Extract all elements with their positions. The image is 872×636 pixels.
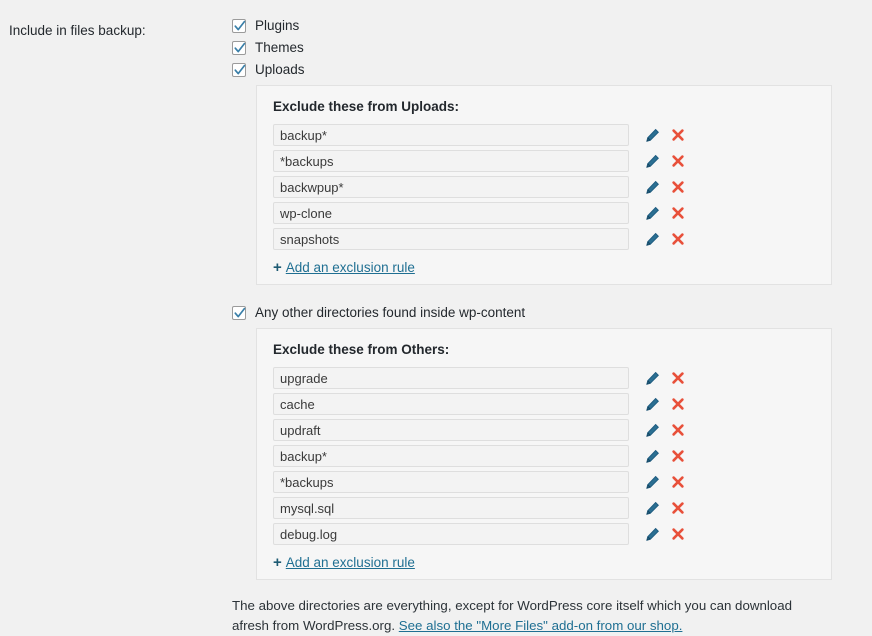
- x-icon[interactable]: [670, 500, 686, 516]
- exclusion-rule-input[interactable]: [273, 367, 629, 389]
- pencil-icon[interactable]: [644, 179, 660, 195]
- field-label: Include in files backup:: [9, 23, 146, 38]
- checkbox-row-uploads[interactable]: Uploads: [232, 60, 864, 79]
- exclusion-rule-input[interactable]: [273, 176, 629, 198]
- table-row: [257, 365, 831, 391]
- exclusion-rule-input[interactable]: [273, 202, 629, 224]
- x-icon[interactable]: [670, 526, 686, 542]
- x-icon[interactable]: [670, 370, 686, 386]
- pencil-icon[interactable]: [644, 422, 660, 438]
- exclusion-rule-input[interactable]: [273, 150, 629, 172]
- checkbox-label-themes: Themes: [255, 39, 304, 55]
- x-icon[interactable]: [670, 422, 686, 438]
- pencil-icon[interactable]: [644, 526, 660, 542]
- pencil-icon[interactable]: [644, 396, 660, 412]
- checkbox-label-plugins: Plugins: [255, 17, 300, 33]
- table-row: [257, 200, 831, 226]
- pencil-icon[interactable]: [644, 231, 660, 247]
- uploads-exclusions-panel: Exclude these from Uploads: + Add an exc…: [256, 85, 832, 285]
- uploads-rules-list: [257, 122, 831, 252]
- exclusion-rule-input[interactable]: [273, 471, 629, 493]
- checkbox-any-other-directories[interactable]: [232, 305, 246, 320]
- pencil-icon[interactable]: [644, 448, 660, 464]
- x-icon[interactable]: [670, 474, 686, 490]
- exclusion-rule-input[interactable]: [273, 419, 629, 441]
- others-add-exclusion-rule[interactable]: + Add an exclusion rule: [273, 553, 831, 571]
- others-panel-title: Exclude these from Others:: [273, 342, 450, 357]
- table-row: [257, 148, 831, 174]
- exclusion-rule-input[interactable]: [273, 523, 629, 545]
- checkmark-icon: [234, 20, 246, 30]
- x-icon[interactable]: [670, 153, 686, 169]
- exclusion-rule-input[interactable]: [273, 124, 629, 146]
- x-icon[interactable]: [670, 179, 686, 195]
- files-backup-settings-row: Include in files backup: Plugins Themes Up…: [0, 0, 872, 635]
- table-row: [257, 417, 831, 443]
- checkbox-label-any-other-directories: Any other directories found inside wp-co…: [255, 304, 526, 320]
- x-icon[interactable]: [670, 127, 686, 143]
- uploads-panel-title: Exclude these from Uploads:: [273, 99, 460, 114]
- x-icon[interactable]: [670, 231, 686, 247]
- x-icon[interactable]: [670, 396, 686, 412]
- pencil-icon[interactable]: [644, 500, 660, 516]
- table-row: [257, 521, 831, 547]
- plus-icon: +: [273, 258, 282, 276]
- x-icon[interactable]: [670, 205, 686, 221]
- settings-content: Plugins Themes Uploads Exclude these from …: [232, 16, 864, 636]
- uploads-add-exclusion-rule-label[interactable]: Add an exclusion rule: [286, 260, 415, 275]
- checkmark-icon: [234, 64, 246, 74]
- pencil-icon[interactable]: [644, 153, 660, 169]
- checkbox-themes[interactable]: [232, 40, 246, 55]
- checkbox-label-uploads: Uploads: [255, 61, 305, 77]
- exclusion-rule-input[interactable]: [273, 393, 629, 415]
- x-icon[interactable]: [670, 448, 686, 464]
- checkbox-row-themes[interactable]: Themes: [232, 38, 864, 57]
- checkbox-row-plugins[interactable]: Plugins: [232, 16, 864, 35]
- table-row: [257, 391, 831, 417]
- others-exclusions-panel: Exclude these from Others: + Add an excl…: [256, 328, 832, 580]
- others-rules-list: [257, 365, 831, 547]
- others-add-exclusion-rule-label[interactable]: Add an exclusion rule: [286, 555, 415, 570]
- table-row: [257, 174, 831, 200]
- pencil-icon[interactable]: [644, 474, 660, 490]
- exclusion-rule-input[interactable]: [273, 497, 629, 519]
- table-row: [257, 495, 831, 521]
- checkbox-row-any-other-directories[interactable]: Any other directories found inside wp-co…: [232, 303, 864, 322]
- checkbox-uploads[interactable]: [232, 62, 246, 77]
- uploads-add-exclusion-rule[interactable]: + Add an exclusion rule: [273, 258, 831, 276]
- pencil-icon[interactable]: [644, 205, 660, 221]
- exclusion-rule-input[interactable]: [273, 228, 629, 250]
- table-row: [257, 469, 831, 495]
- checkmark-icon: [234, 307, 246, 317]
- checkbox-plugins[interactable]: [232, 18, 246, 33]
- include-checkbox-group: Plugins Themes Uploads: [232, 16, 864, 79]
- table-row: [257, 226, 831, 252]
- table-row: [257, 122, 831, 148]
- pencil-icon[interactable]: [644, 370, 660, 386]
- plus-icon: +: [273, 553, 282, 571]
- note-text: The above directories are everything, ex…: [232, 596, 804, 636]
- exclusion-rule-input[interactable]: [273, 445, 629, 467]
- table-row: [257, 443, 831, 469]
- pencil-icon[interactable]: [644, 127, 660, 143]
- more-files-addon-link[interactable]: See also the "More Files" add-on from ou…: [399, 618, 683, 633]
- checkmark-icon: [234, 42, 246, 52]
